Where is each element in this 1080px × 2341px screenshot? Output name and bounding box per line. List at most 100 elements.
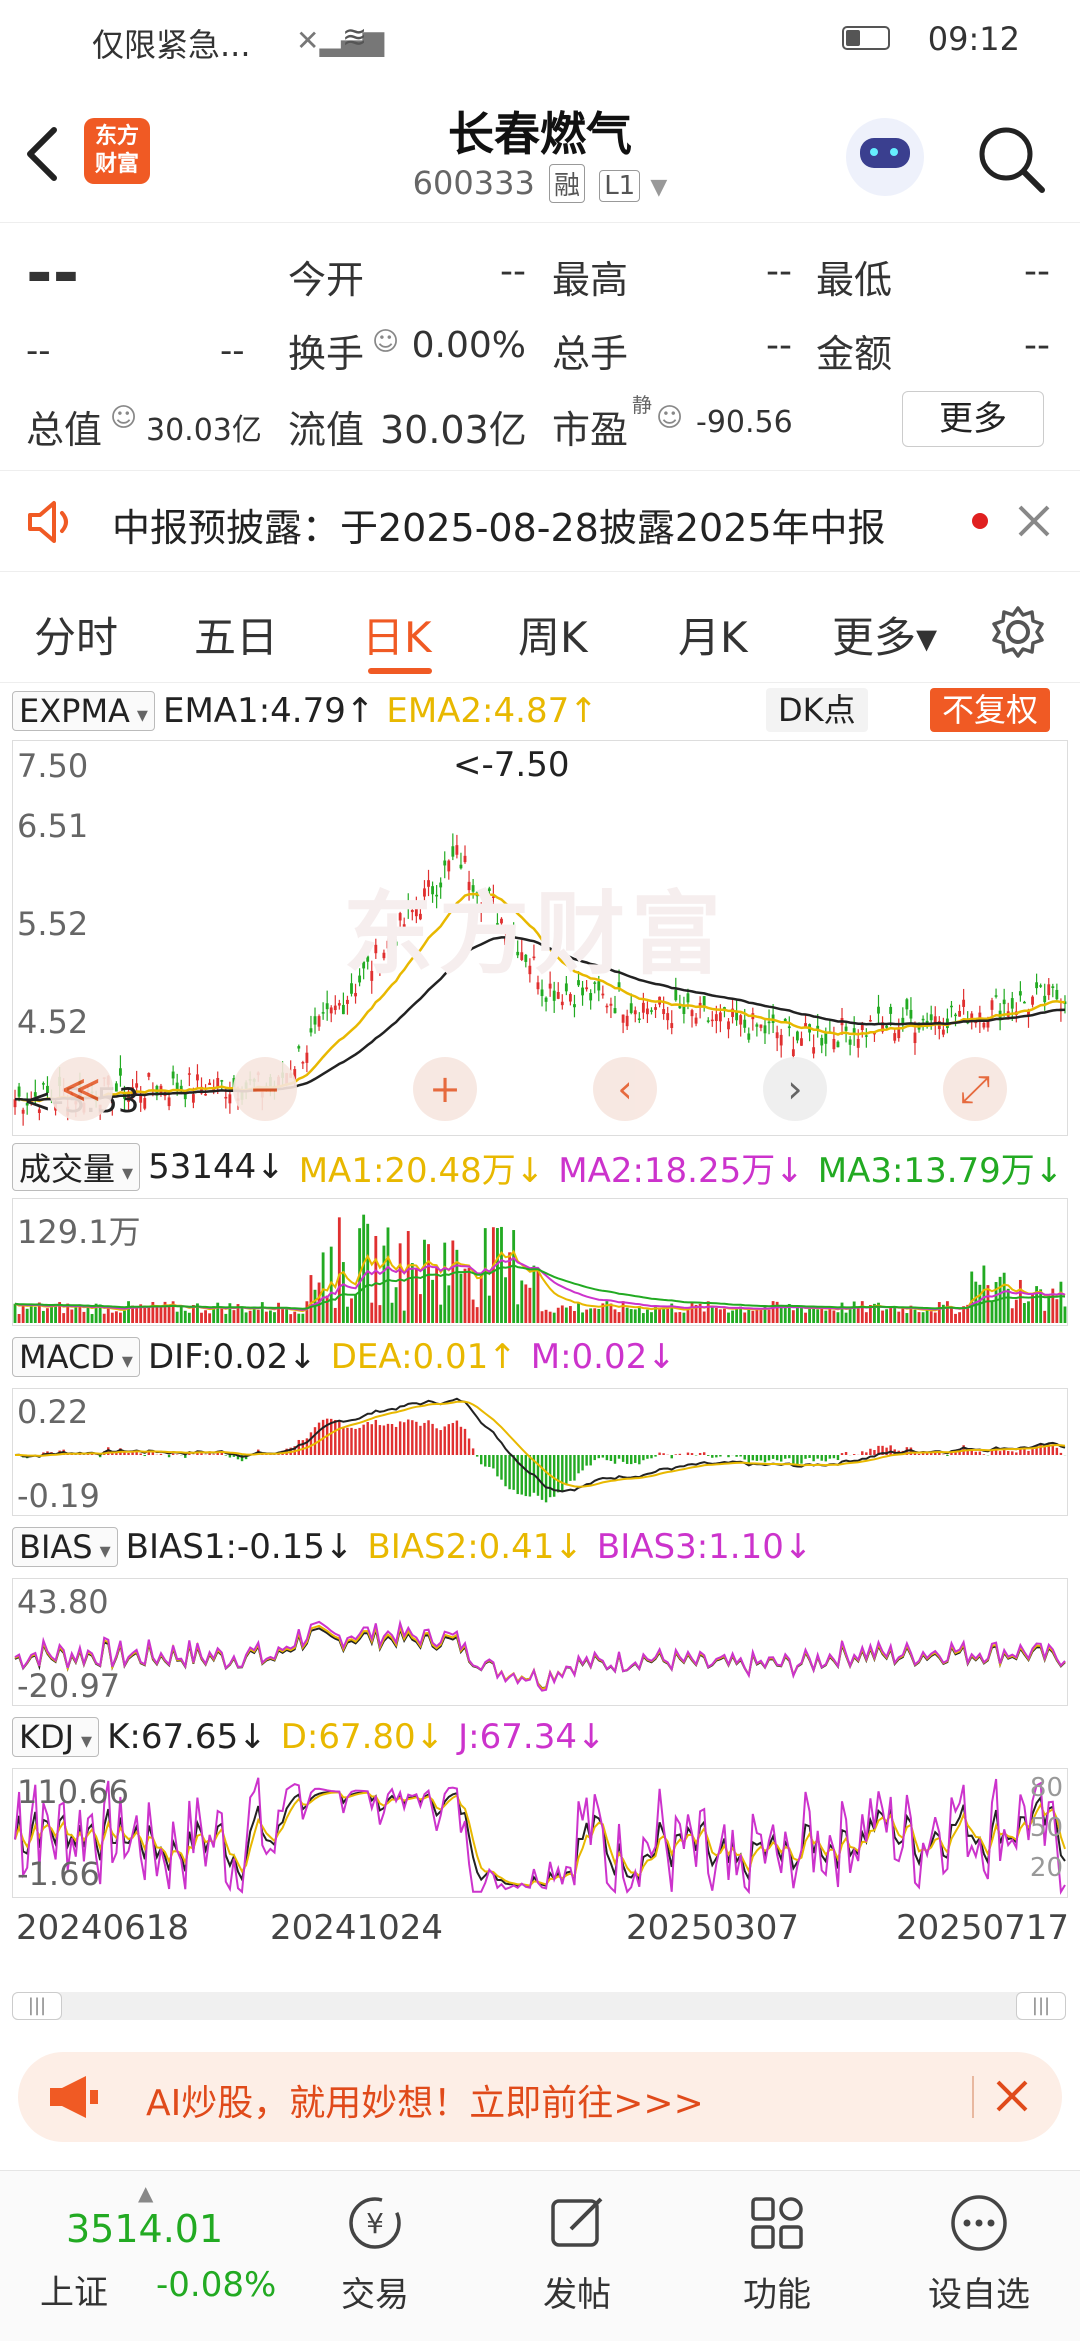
open-value: -- (500, 251, 526, 292)
scroll-right-icon[interactable]: › (763, 1057, 827, 1121)
volume-bar (589, 1308, 593, 1323)
fuquan-button[interactable]: 不复权 (930, 688, 1051, 732)
candle-body (208, 1082, 212, 1086)
volume-bar (90, 1313, 94, 1323)
candle-body (970, 1013, 974, 1019)
more-button[interactable]: 更多 (902, 391, 1044, 447)
volume-bar (852, 1301, 856, 1323)
notice-bar[interactable]: 中报预披露：于2025-08-28披露2025年中报 (0, 470, 1080, 572)
more-dots-icon (951, 2195, 1007, 2251)
kdj-indicator-select[interactable]: KDJ (12, 1717, 100, 1757)
candle-body (962, 999, 966, 1007)
volume-bar (394, 1287, 398, 1323)
volume-bar (70, 1309, 74, 1323)
volume-bar (179, 1305, 183, 1323)
close-icon[interactable] (1016, 503, 1052, 539)
gear-icon[interactable] (990, 604, 1046, 660)
scroll-handle-right[interactable]: ||| (1016, 1992, 1066, 2020)
index-quote[interactable]: ▲ 3514.01 上证 -0.08% (20, 2181, 280, 2321)
volume-bar (690, 1302, 694, 1323)
bias-indicator-select[interactable]: BIAS (12, 1527, 118, 1567)
fullscreen-icon[interactable]: ⤢ (943, 1057, 1007, 1121)
scroll-handle-left[interactable]: ||| (12, 1992, 62, 2020)
candle-body (743, 1019, 747, 1028)
tab-more[interactable]: 更多▾ (832, 604, 937, 665)
volume-bar (248, 1310, 252, 1323)
volume-bar (1023, 1303, 1026, 1323)
scroll-left-fast-icon[interactable]: ≪ (49, 1057, 113, 1121)
volume-bar (1010, 1308, 1014, 1323)
macd-m: M:0.02↓ (530, 1337, 676, 1377)
nav-post[interactable]: 发帖 (502, 2191, 652, 2316)
volume-bar (917, 1312, 921, 1323)
volume-ma3: MA3:13.79万↓ (817, 1150, 1064, 1191)
candle-body (629, 1003, 633, 1014)
candle-body (589, 993, 593, 1001)
volume-bar (577, 1303, 580, 1323)
tab-monthly-k[interactable]: 月K (678, 604, 748, 665)
date-label: 20241024 (270, 1908, 444, 1948)
bias2: BIAS2:0.41↓ (367, 1527, 583, 1567)
zoom-in-icon[interactable]: + (413, 1057, 477, 1121)
info-icon[interactable]: ☺ (372, 327, 399, 357)
volume-indicator-select[interactable]: 成交量 (12, 1143, 141, 1191)
volume-bar (297, 1313, 301, 1323)
kdj-indicator-row: KDJ K:67.65↓ D:67.80↓ J:67.34↓ (12, 1712, 605, 1762)
volume-bar (585, 1309, 589, 1323)
kline-chart[interactable]: 7.50 6.51 5.52 4.52 <-7.50 <-3.53 东方财富 ≪… (12, 740, 1068, 1136)
volume-bar (260, 1302, 264, 1323)
close-icon[interactable] (994, 2078, 1030, 2114)
macd-chart[interactable]: 0.22 -0.19 (12, 1388, 1068, 1516)
bias3-line (14, 1619, 1066, 1692)
info-icon[interactable]: ☺ (656, 403, 683, 433)
tab-five-day[interactable]: 五日 (194, 604, 278, 665)
volume-bar (200, 1312, 203, 1323)
nav-trade[interactable]: ¥ 交易 (300, 2191, 450, 2316)
zoom-out-icon[interactable]: − (233, 1057, 297, 1121)
wifi-icon: ≋ (342, 20, 368, 55)
candle-body (990, 1000, 994, 1010)
volume-bar (273, 1312, 276, 1323)
macd-indicator-select[interactable]: MACD (12, 1337, 140, 1377)
tab-intraday[interactable]: 分时 (34, 604, 118, 665)
volume-bar (678, 1312, 682, 1323)
carrier-text: 仅限紧急... (92, 26, 251, 64)
volume-bar (800, 1307, 803, 1323)
volume-bar (427, 1244, 430, 1323)
price-change: -- (26, 331, 51, 371)
volume-bar (856, 1308, 860, 1323)
volume-bar (929, 1311, 933, 1323)
search-icon[interactable] (976, 124, 1048, 196)
robot-avatar-icon[interactable] (846, 118, 924, 196)
bias-y-bottom: -20.97 (17, 1667, 121, 1705)
candle-body (787, 1026, 791, 1029)
volume-bar (864, 1312, 868, 1323)
volume-value: -- (766, 325, 792, 366)
scroll-left-icon[interactable]: ‹ (593, 1057, 657, 1121)
mcap-label: 总值 (26, 408, 103, 452)
candle-body (868, 1020, 872, 1022)
tab-weekly-k[interactable]: 周K (518, 604, 588, 665)
kline-indicator-select[interactable]: EXPMA (12, 691, 155, 731)
nav-watchlist[interactable]: 设自选 (904, 2191, 1054, 2316)
status-bar: 仅限紧急... ✕▂▄▆ ≋ 09:12 (0, 0, 1080, 84)
volume-bar (1043, 1310, 1047, 1323)
volume-bar (1014, 1299, 1018, 1323)
bias-chart[interactable]: 43.80 -20.97 (12, 1578, 1068, 1706)
dk-button[interactable]: DK点 (766, 688, 868, 732)
kdj-chart[interactable]: 110.66 -1.66 80 50 20 (12, 1768, 1068, 1898)
info-icon[interactable]: ☺ (110, 403, 137, 433)
chart-scrollbar[interactable]: ||| ||| (12, 1992, 1066, 2020)
ad-banner[interactable]: AI炒股，就用妙想！立即前往>>> (18, 2052, 1062, 2142)
date-label: 20250307 (626, 1908, 800, 1948)
kdj-svg (14, 1777, 1066, 1895)
nav-functions[interactable]: 功能 (702, 2191, 852, 2316)
volume-ma1: MA1:20.48万↓ (298, 1150, 545, 1191)
volume-bar (759, 1309, 763, 1323)
candle-body (954, 1014, 957, 1017)
tab-daily-k[interactable]: 日K (362, 604, 432, 665)
candle-body (1010, 998, 1014, 1009)
volume-bar (706, 1301, 710, 1323)
candle-body (451, 846, 455, 857)
volume-chart[interactable]: 129.1万 (12, 1198, 1068, 1326)
